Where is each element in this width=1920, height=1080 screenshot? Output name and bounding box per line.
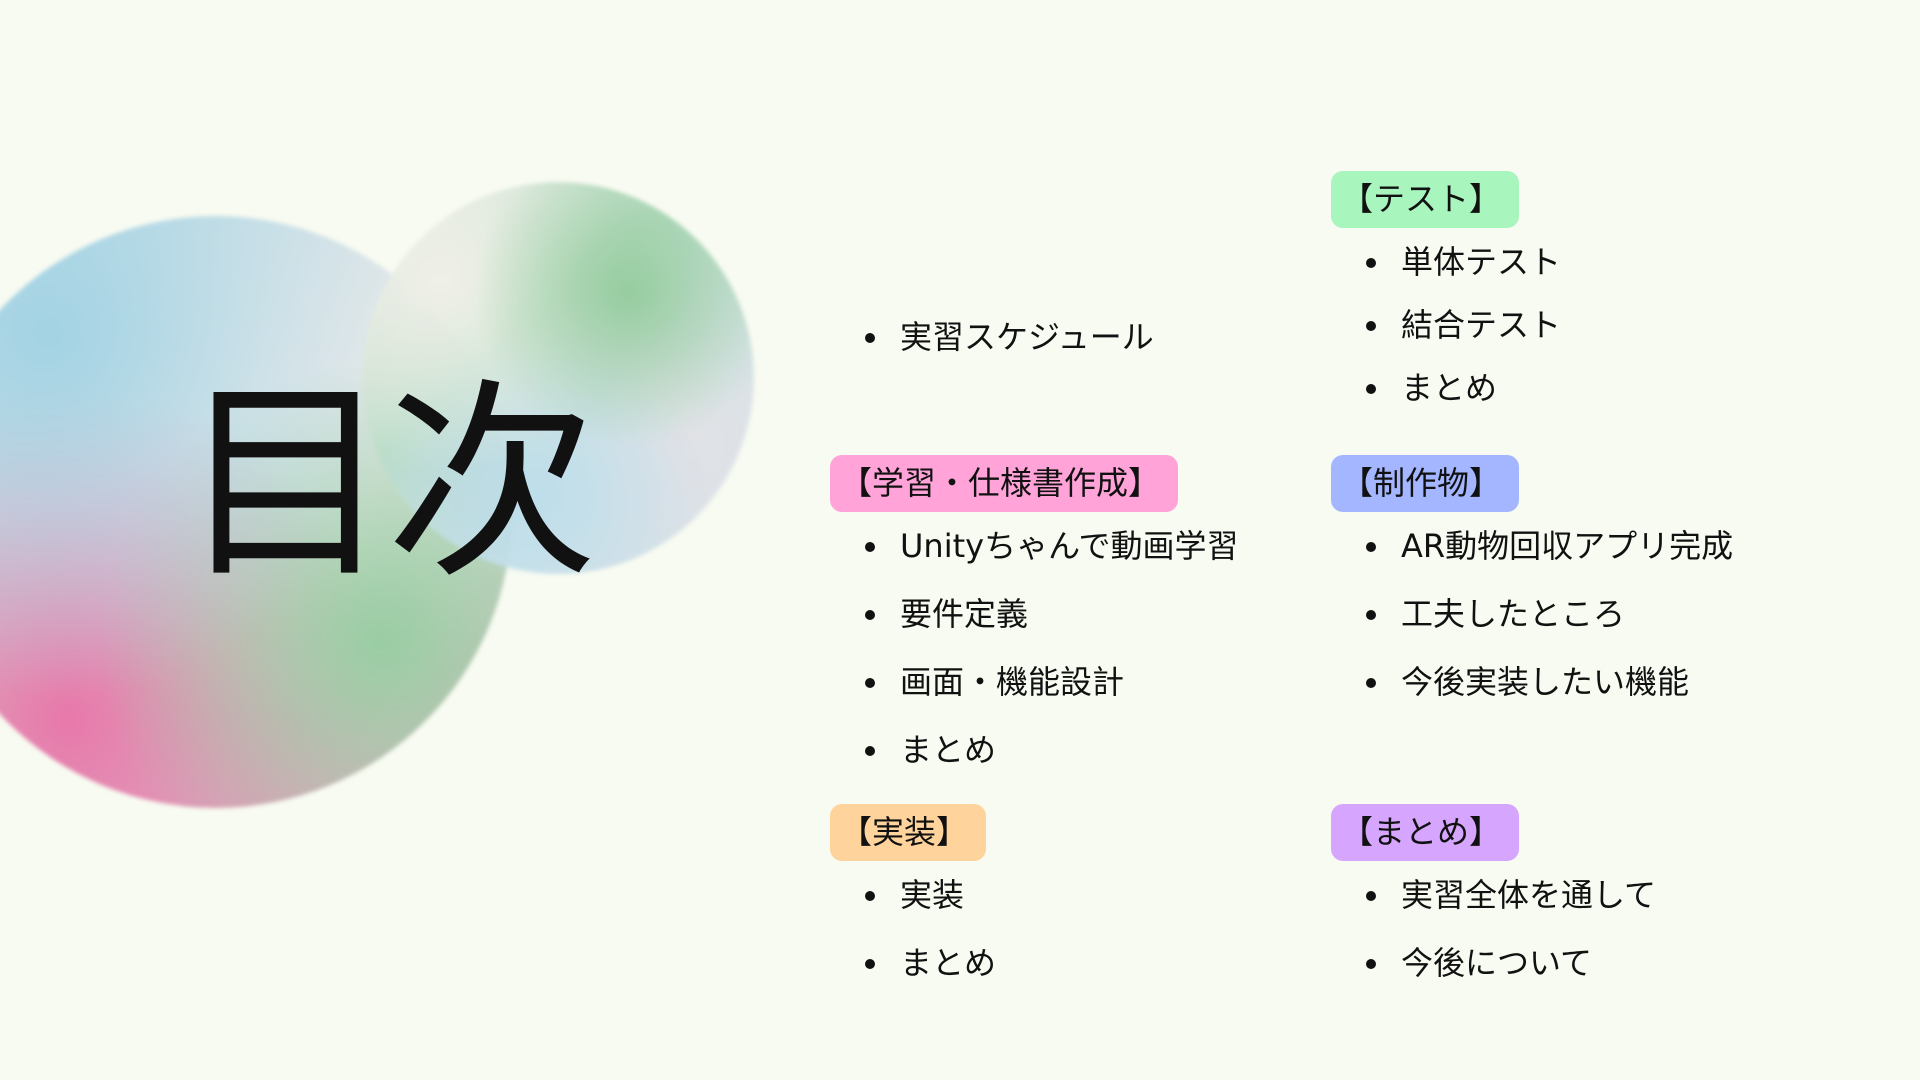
matome-list: 実習全体を通して 今後について: [1331, 875, 1831, 983]
section-jisso: 【実装】 実装 まとめ: [830, 804, 1330, 983]
list-item: 工夫したところ: [1331, 594, 1831, 634]
section-tag-seisakubutsu: 【制作物】: [1331, 455, 1520, 512]
section-test: 【テスト】 単体テスト 結合テスト まとめ: [1331, 171, 1831, 408]
gakushu-list: Unityちゃんで動画学習 要件定義 画面・機能設計 まとめ: [830, 526, 1330, 770]
list-item: 実習スケジュール: [830, 317, 1330, 357]
slide: 目次 実習スケジュール 【学習・仕様書作成】 Unityちゃんで動画学習 要件定…: [0, 0, 1920, 1080]
section-tag-matome: 【まとめ】: [1331, 804, 1520, 861]
intro-list: 実習スケジュール: [830, 317, 1330, 357]
list-item: 画面・機能設計: [830, 662, 1330, 702]
list-item: 要件定義: [830, 594, 1330, 634]
list-item: 単体テスト: [1331, 242, 1831, 282]
section-tag-test: 【テスト】: [1331, 171, 1520, 228]
list-item: Unityちゃんで動画学習: [830, 526, 1330, 566]
section-seisakubutsu: 【制作物】 AR動物回収アプリ完成 工夫したところ 今後実装したい機能: [1331, 455, 1831, 702]
list-item: 今後実装したい機能: [1331, 662, 1831, 702]
page-title: 目次: [180, 360, 598, 607]
section-matome: 【まとめ】 実習全体を通して 今後について: [1331, 804, 1831, 983]
test-list: 単体テスト 結合テスト まとめ: [1331, 242, 1831, 408]
list-item: まとめ: [830, 943, 1330, 983]
list-item: まとめ: [830, 730, 1330, 770]
seisakubutsu-list: AR動物回収アプリ完成 工夫したところ 今後実装したい機能: [1331, 526, 1831, 702]
section-gakushu: 【学習・仕様書作成】 Unityちゃんで動画学習 要件定義 画面・機能設計 まと…: [830, 455, 1330, 770]
jisso-list: 実装 まとめ: [830, 875, 1330, 983]
list-item: 今後について: [1331, 943, 1831, 983]
list-item: まとめ: [1331, 368, 1831, 408]
section-tag-gakushu: 【学習・仕様書作成】: [830, 455, 1179, 512]
section-tag-jisso: 【実装】: [830, 804, 987, 861]
list-item: 結合テスト: [1331, 305, 1831, 345]
section-intro: 実習スケジュール: [830, 317, 1330, 357]
list-item: 実習全体を通して: [1331, 875, 1831, 915]
list-item: AR動物回収アプリ完成: [1331, 526, 1831, 566]
list-item: 実装: [830, 875, 1330, 915]
